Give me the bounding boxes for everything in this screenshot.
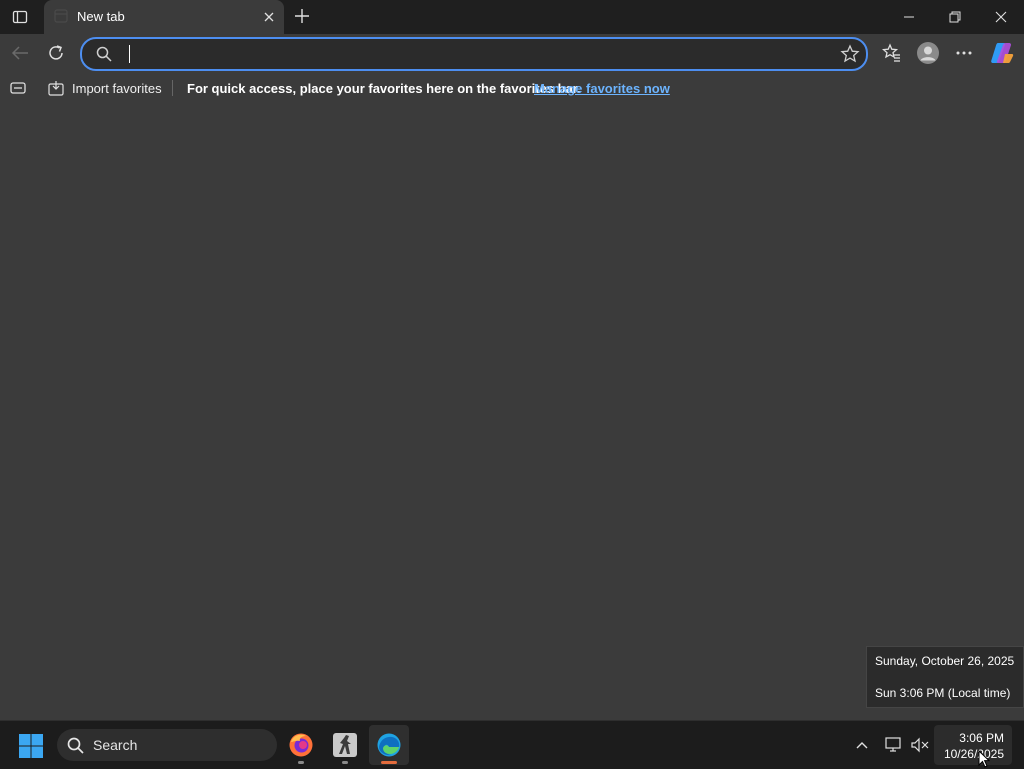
favorites-list-icon bbox=[882, 43, 900, 62]
tab-close-button[interactable] bbox=[260, 8, 278, 26]
back-button[interactable] bbox=[5, 38, 35, 68]
refresh-button[interactable] bbox=[41, 38, 71, 68]
minimize-icon bbox=[904, 16, 914, 18]
counter-strike-icon bbox=[333, 733, 357, 757]
network-button[interactable] bbox=[882, 733, 906, 757]
tab-new-tab[interactable]: New tab bbox=[44, 0, 284, 34]
taskbar-clock[interactable]: 3:06 PM 10/26/2025 bbox=[934, 725, 1012, 765]
windows-start-icon[interactable] bbox=[18, 733, 44, 759]
taskbar-search-box[interactable]: Search bbox=[57, 729, 277, 761]
show-hidden-icons-button[interactable] bbox=[850, 733, 874, 757]
restore-icon bbox=[949, 11, 961, 23]
taskbar-search-label: Search bbox=[93, 737, 138, 753]
new-tab-favicon-icon bbox=[54, 9, 68, 23]
more-options-icon bbox=[956, 51, 972, 55]
copilot-button[interactable] bbox=[987, 38, 1017, 68]
taskbar-app-counter-strike[interactable] bbox=[325, 725, 365, 765]
running-indicator bbox=[342, 761, 348, 764]
clock-date: 10/26/2025 bbox=[943, 747, 1004, 761]
volume-button[interactable] bbox=[908, 733, 932, 757]
network-icon bbox=[885, 737, 901, 752]
favorites-bar-message: For quick access, place your favorites h… bbox=[187, 81, 581, 96]
close-window-button[interactable] bbox=[978, 0, 1024, 34]
plus-icon bbox=[295, 9, 309, 23]
close-icon bbox=[995, 11, 1007, 23]
tab-actions-icon bbox=[12, 10, 28, 24]
tab-title: New tab bbox=[77, 9, 125, 24]
firefox-icon bbox=[289, 733, 313, 757]
profile-button[interactable] bbox=[913, 38, 943, 68]
clock-time: 3:06 PM bbox=[959, 731, 1004, 745]
chevron-up-icon bbox=[856, 742, 868, 749]
running-indicator bbox=[298, 761, 304, 764]
browser-titlebar: New tab bbox=[0, 0, 1024, 34]
search-icon bbox=[67, 737, 84, 754]
import-favorites-label: Import favorites bbox=[72, 80, 162, 96]
minimize-button[interactable] bbox=[886, 0, 932, 34]
refresh-icon bbox=[49, 45, 63, 60]
taskbar: Search 3:06 PM 10/26/2025 bbox=[0, 720, 1024, 769]
restore-button[interactable] bbox=[932, 0, 978, 34]
back-arrow-icon bbox=[11, 46, 28, 60]
close-icon bbox=[264, 12, 274, 22]
mouse-cursor-icon bbox=[978, 750, 990, 768]
settings-more-button[interactable] bbox=[949, 38, 979, 68]
import-icon bbox=[48, 81, 64, 96]
favorites-bar: Import favorites For quick access, place… bbox=[0, 74, 1024, 102]
taskbar-app-edge[interactable] bbox=[369, 725, 409, 765]
tooltip-time: Sun 3:06 PM (Local time) bbox=[875, 686, 1011, 700]
clock-tooltip: Sunday, October 26, 2025 Sun 3:06 PM (Lo… bbox=[866, 646, 1024, 708]
address-bar[interactable] bbox=[80, 37, 868, 71]
volume-muted-icon bbox=[911, 737, 929, 753]
tooltip-date: Sunday, October 26, 2025 bbox=[875, 654, 1015, 668]
favorites-divider bbox=[172, 80, 173, 96]
text-caret bbox=[129, 45, 130, 63]
favorites-button[interactable] bbox=[877, 38, 907, 68]
manage-favorites-link[interactable]: Manage favorites now bbox=[534, 81, 670, 96]
import-favorites-button[interactable]: Import favorites bbox=[48, 78, 162, 98]
search-icon bbox=[96, 46, 112, 62]
taskbar-app-firefox[interactable] bbox=[281, 725, 321, 765]
edge-icon bbox=[377, 733, 401, 757]
favorites-bar-toggle-icon[interactable] bbox=[10, 81, 26, 95]
avatar-icon bbox=[917, 42, 939, 64]
new-tab-button[interactable] bbox=[290, 5, 314, 27]
copilot-icon bbox=[991, 43, 1014, 63]
active-indicator bbox=[381, 761, 397, 764]
browser-toolbar bbox=[0, 34, 1024, 74]
add-favorite-star-icon[interactable] bbox=[840, 44, 860, 64]
address-input[interactable] bbox=[126, 44, 830, 66]
tab-actions-button[interactable] bbox=[8, 6, 32, 28]
new-tab-page-content bbox=[0, 102, 1024, 720]
